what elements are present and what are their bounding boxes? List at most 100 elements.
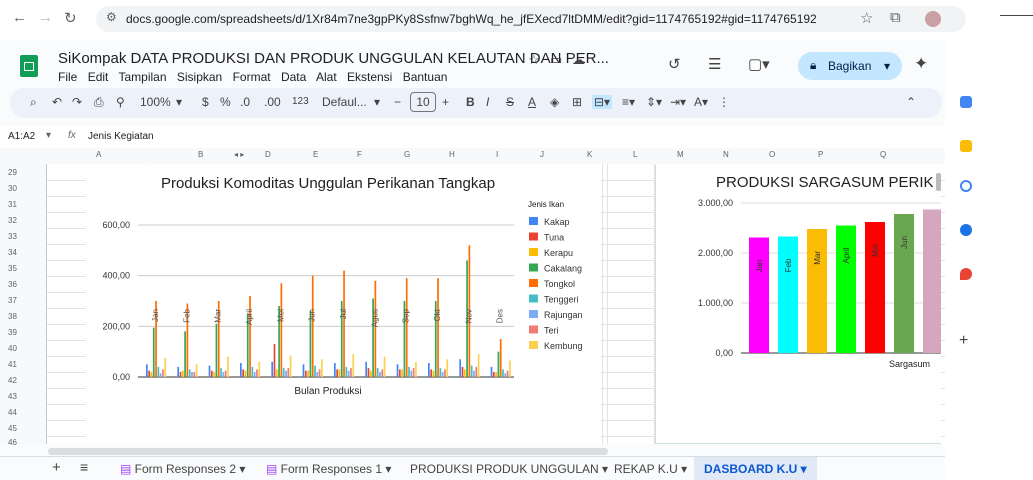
row-header[interactable]: 40	[8, 344, 17, 353]
doc-title[interactable]: SiKompak DATA PRODUKSI DAN PRODUK UNGGUL…	[58, 50, 609, 67]
name-box[interactable]: A1:A2	[8, 131, 35, 142]
more-options-icon[interactable]: ⋮	[718, 95, 730, 109]
fill-color-icon[interactable]: ◈	[550, 95, 559, 109]
formula-input[interactable]: Jenis Kegiatan	[88, 131, 154, 142]
row-header[interactable]: 37	[8, 296, 17, 305]
tasks-icon[interactable]	[960, 180, 972, 192]
column-header[interactable]: M	[677, 150, 684, 159]
redo-icon[interactable]: ↷	[72, 95, 82, 109]
sheet-tab-active[interactable]: DASBOARD K.U ▾	[694, 457, 817, 480]
row-header[interactable]: 41	[8, 360, 17, 369]
merge-cells-icon[interactable]: ⊟▾	[592, 95, 613, 109]
row-header[interactable]: 30	[8, 184, 17, 193]
row-header[interactable]: 34	[8, 248, 17, 257]
increase-decimal-button[interactable]: .00	[264, 95, 281, 109]
currency-format-button[interactable]: $	[202, 95, 209, 109]
menu-format[interactable]: Format	[233, 70, 271, 84]
column-header[interactable]: E	[313, 150, 318, 159]
menu-help[interactable]: Bantuan	[403, 70, 448, 84]
sheet-tab[interactable]: ▤ Form Responses 1 ▾	[266, 462, 391, 476]
font-size-decrease-button[interactable]: −	[394, 95, 401, 109]
reload-icon[interactable]: ↻	[64, 9, 77, 27]
chart-perikanan-tangkap[interactable]: Produksi Komoditas Unggulan Perikanan Ta…	[86, 165, 601, 443]
star-icon[interactable]: ☆	[528, 52, 540, 68]
column-header[interactable]: B	[198, 150, 203, 159]
gemini-icon[interactable]: ✦	[914, 54, 928, 74]
row-header[interactable]: 33	[8, 232, 17, 241]
font-select[interactable]: Defaul...	[322, 95, 367, 109]
sheets-logo-icon[interactable]	[20, 55, 38, 77]
column-header[interactable]: G	[404, 150, 410, 159]
extensions-icon[interactable]: ⧉	[890, 9, 901, 26]
share-dropdown-icon[interactable]: ▾	[884, 59, 890, 73]
percent-format-button[interactable]: %	[220, 95, 231, 109]
back-icon[interactable]: ←	[12, 9, 27, 26]
menu-edit[interactable]: Edit	[88, 70, 109, 84]
menu-view[interactable]: Tampilan	[119, 70, 167, 84]
maps-icon[interactable]	[960, 268, 972, 280]
column-header[interactable]: H	[449, 150, 455, 159]
horizontal-scrollbar[interactable]	[48, 448, 608, 455]
name-box-dropdown-icon[interactable]: ▾	[46, 130, 51, 141]
font-size-input[interactable]: 10	[410, 92, 436, 112]
sheet-tab[interactable]: ▤ Form Responses 2 ▾	[120, 462, 245, 476]
column-header[interactable]: D	[265, 150, 271, 159]
paint-format-icon[interactable]: ⚲	[116, 95, 125, 109]
menu-tools[interactable]: Alat	[316, 70, 337, 84]
column-header[interactable]: K	[587, 150, 592, 159]
text-rotate-icon[interactable]: A▾	[694, 95, 708, 109]
column-header[interactable]: J	[540, 150, 544, 159]
column-header[interactable]: O	[769, 150, 775, 159]
text-color-button[interactable]: A	[528, 95, 536, 109]
calendar-icon[interactable]	[960, 96, 972, 108]
chart-sargasum[interactable]: PRODUKSI SARGASUM PERIK 3.000,00 2.000,00 1…	[655, 165, 943, 444]
column-header[interactable]: Q	[880, 150, 886, 159]
row-header[interactable]: 45	[8, 424, 17, 433]
move-folder-icon[interactable]: ▭	[550, 52, 562, 68]
undo-icon[interactable]: ↶	[52, 95, 62, 109]
column-header[interactable]: I	[496, 150, 498, 159]
row-header[interactable]: 36	[8, 280, 17, 289]
row-header[interactable]: 42	[8, 376, 17, 385]
search-menus-icon[interactable]: ⌕	[30, 95, 37, 110]
column-header[interactable]: L	[633, 150, 637, 159]
sheet-tab[interactable]: REKAP K.U ▾	[614, 462, 687, 476]
column-header[interactable]: F	[357, 150, 362, 159]
comments-icon[interactable]: ☰	[708, 55, 721, 73]
font-dropdown-icon[interactable]: ▾	[374, 95, 380, 109]
row-header[interactable]: 46	[8, 438, 17, 447]
row-header[interactable]: 32	[8, 216, 17, 225]
row-header[interactable]: 31	[8, 200, 17, 209]
keep-icon[interactable]	[960, 140, 972, 152]
address-bar[interactable]: ⚙ docs.google.com/spreadsheets/d/1Xr84m7…	[96, 6, 966, 32]
column-header[interactable]: N	[723, 150, 729, 159]
borders-icon[interactable]: ⊞	[572, 95, 582, 109]
zoom-select[interactable]: 100%	[140, 95, 171, 109]
contacts-icon[interactable]	[960, 224, 972, 236]
row-header[interactable]: 38	[8, 312, 17, 321]
decrease-decimal-button[interactable]: .0	[240, 95, 250, 109]
row-header[interactable]: 43	[8, 392, 17, 401]
row-header[interactable]: 44	[8, 408, 17, 417]
menu-insert[interactable]: Sisipkan	[177, 70, 222, 84]
collapse-menus-icon[interactable]: ⌃	[906, 95, 916, 109]
forward-icon[interactable]: →	[38, 9, 53, 26]
column-header[interactable]: A	[96, 150, 101, 159]
share-button[interactable]: 🔒︎ Bagikan ▾	[798, 52, 902, 80]
row-header[interactable]: 39	[8, 328, 17, 337]
italic-button[interactable]: I	[486, 95, 489, 109]
align-horizontal-icon[interactable]: ≡▾	[622, 95, 635, 109]
more-formats-button[interactable]: 123	[292, 96, 309, 107]
zoom-dropdown-icon[interactable]: ▾	[176, 95, 182, 109]
sheet-tab[interactable]: PRODUKSI PRODUK UNGGULAN ▾	[410, 462, 608, 476]
row-header[interactable]: 35	[8, 264, 17, 273]
text-wrap-icon[interactable]: ⇥▾	[670, 95, 686, 109]
column-header[interactable]: P	[818, 150, 823, 159]
strikethrough-button[interactable]: S	[506, 95, 514, 109]
profile-avatar[interactable]	[925, 11, 941, 27]
align-vertical-icon[interactable]: ⇕▾	[646, 95, 662, 109]
site-settings-icon[interactable]: ⚙	[106, 10, 117, 24]
bold-button[interactable]: B	[466, 95, 475, 109]
meet-icon[interactable]: ▢▾	[748, 55, 770, 73]
all-sheets-icon[interactable]: ≡	[80, 459, 88, 475]
